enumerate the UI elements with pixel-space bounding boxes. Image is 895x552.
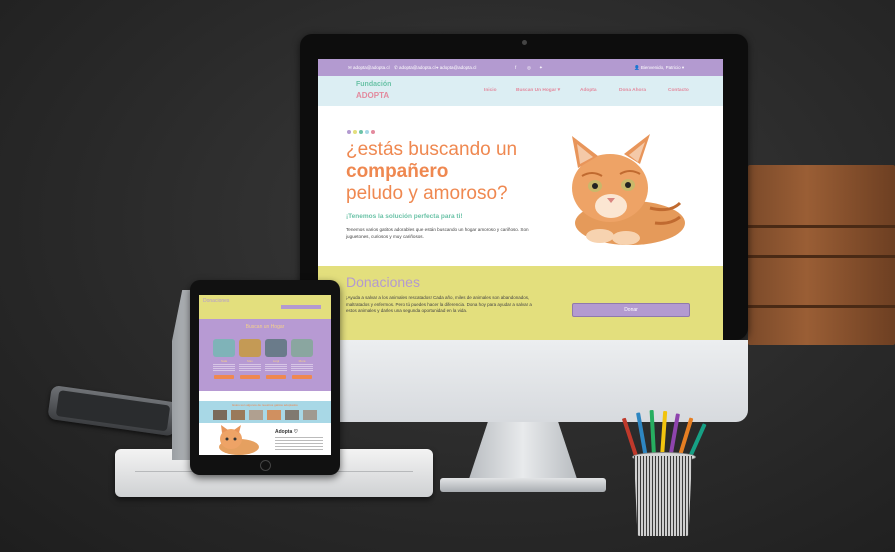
pet-name: Nala xyxy=(220,359,228,363)
tablet-kitten-image xyxy=(219,425,259,455)
tablet-donaciones-section: Donaciones xyxy=(199,295,331,319)
facebook-icon[interactable]: f xyxy=(515,65,516,70)
pet-description xyxy=(239,364,261,372)
hero-section: ¿estás buscando un compañero peludo y am… xyxy=(318,106,723,254)
desktop-website: ✉ adopta@adopta.cl ✆ adopta@adopta.cl ⌖ … xyxy=(318,59,723,340)
nav-contacto[interactable]: Contacto xyxy=(668,88,689,93)
tablet-spacer xyxy=(199,391,331,401)
brand-logo[interactable]: ADOPTA xyxy=(356,91,389,100)
pet-adopt-button[interactable] xyxy=(214,375,234,379)
hero-headline-1: ¿estás buscando un xyxy=(346,139,518,160)
pet-card-max[interactable] xyxy=(239,339,261,357)
twitter-icon[interactable]: ✦ xyxy=(539,65,543,71)
pet-name: Max xyxy=(247,359,253,363)
hero-paragraph: Tenemos varios gatitos adorables que est… xyxy=(346,227,529,239)
contact-email-3[interactable]: ⌖ adopta@adopta.cl xyxy=(436,65,476,70)
contact-email-2[interactable]: ✆ adopta@adopta.cl xyxy=(394,65,436,71)
tablet-adopted-strip: Estos son algunos de nuestros gatitos ad… xyxy=(199,401,331,423)
tablet-donaciones-title: Donaciones xyxy=(203,298,230,304)
top-contact-bar: ✉ adopta@adopta.cl ✆ adopta@adopta.cl ⌖ … xyxy=(318,59,723,76)
pet-name: Luigi xyxy=(272,359,280,363)
tablet-adopta-title: Adopta ♡ xyxy=(275,429,299,435)
hero-headline-3: peludo y amoroso? xyxy=(346,183,508,204)
adopted-thumb xyxy=(231,410,245,420)
smartphone xyxy=(47,385,179,437)
pet-adopt-button[interactable] xyxy=(240,375,260,379)
pet-adopt-button[interactable] xyxy=(266,375,286,379)
tablet-adopta-text xyxy=(275,437,323,451)
donaciones-title: Donaciones xyxy=(346,274,420,290)
user-menu[interactable]: 👤 Bienvenido, Patricio ▾ xyxy=(634,65,684,71)
brand-line-1[interactable]: Fundación xyxy=(356,81,391,88)
monitor-foot xyxy=(440,478,606,492)
orange-kitten-image xyxy=(572,134,685,245)
pet-description xyxy=(291,364,313,372)
nav-inicio[interactable]: Inicio xyxy=(484,88,497,93)
pet-description xyxy=(265,364,287,372)
pet-description xyxy=(213,364,235,372)
adopted-thumb xyxy=(249,410,263,420)
pet-card-luigi[interactable] xyxy=(265,339,287,357)
nav-dona-ahora[interactable]: Dona Ahora xyxy=(619,88,646,93)
pet-adopt-button[interactable] xyxy=(292,375,312,379)
adopted-thumb xyxy=(285,410,299,420)
nav-adopta[interactable]: Adopta xyxy=(580,88,597,93)
contact-email-1[interactable]: ✉ adopta@adopta.cl xyxy=(348,65,390,71)
adopted-thumb xyxy=(213,410,227,420)
tablet-strip-title: Estos son algunos de nuestros gatitos ad… xyxy=(232,403,298,407)
pet-name: Mora xyxy=(298,359,306,363)
main-navbar: Fundación ADOPTA Inicio Buscan Un Hogar … xyxy=(318,76,723,106)
monitor-stand xyxy=(468,422,578,482)
hero-headline-2: compañero xyxy=(346,161,449,182)
pet-card-nala[interactable] xyxy=(213,339,235,357)
tablet-pets-section: Buscan un Hogar Nala Max Luigi Mora xyxy=(199,319,331,391)
tablet-home-button xyxy=(260,460,271,471)
donar-button[interactable]: Donar xyxy=(572,303,690,317)
tablet-donar-button[interactable] xyxy=(281,305,321,309)
mesh-pencil-cup xyxy=(634,456,692,536)
pet-card-mora[interactable] xyxy=(291,339,313,357)
tablet-website: Donaciones Buscan un Hogar Nala Max Luig… xyxy=(199,295,331,455)
wooden-crate xyxy=(748,165,895,345)
tablet-adopta-section: Adopta ♡ xyxy=(199,423,331,455)
donaciones-paragraph: ¡Ayuda a salvar a los animales rescatado… xyxy=(346,295,532,313)
camera-dot xyxy=(522,40,527,45)
instagram-icon[interactable]: ◎ xyxy=(527,65,531,71)
tablet-section-title: Buscan un Hogar xyxy=(245,324,285,330)
donaciones-section: Donaciones ¡Ayuda a salvar a los animale… xyxy=(318,266,723,340)
adopted-thumb xyxy=(267,410,281,420)
hero-subtitle: ¡Tenemos la solución perfecta para ti! xyxy=(346,213,463,220)
adopted-thumb xyxy=(303,410,317,420)
nav-buscan-hogar[interactable]: Buscan Un Hogar ▾ xyxy=(516,88,560,93)
